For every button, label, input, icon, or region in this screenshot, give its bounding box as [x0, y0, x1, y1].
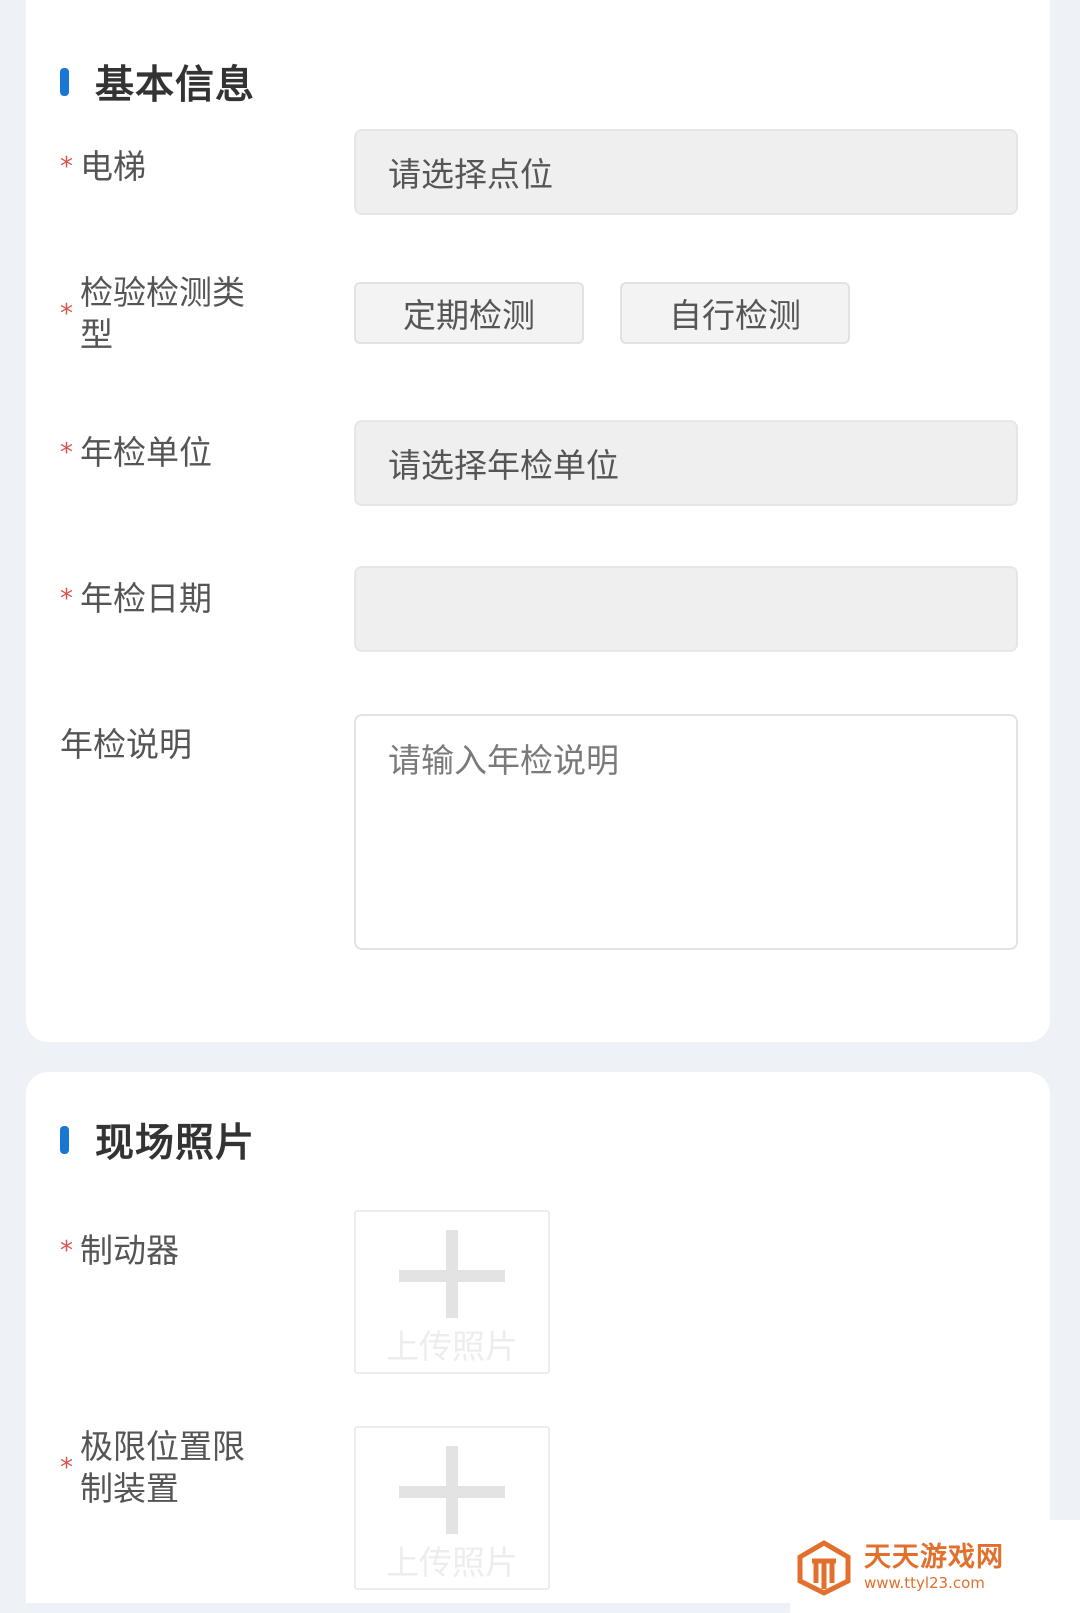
inspection-date-picker[interactable] [354, 566, 1018, 652]
site-photos-section-title: 现场照片 [60, 1112, 255, 1168]
plus-icon [399, 1446, 505, 1534]
required-mark: * [60, 299, 73, 329]
inspection-date-label: * 年检日期 [60, 579, 212, 618]
elevator-label: * 电梯 [60, 147, 146, 186]
option-periodic-inspection[interactable]: 定期检测 [354, 282, 584, 344]
required-mark: * [60, 1236, 73, 1266]
required-mark: * [60, 152, 73, 182]
site-photos-title: 现场照片 [95, 1121, 256, 1166]
inspection-note-textarea[interactable] [354, 714, 1018, 950]
basic-info-section-title: 基本信息 [60, 54, 255, 110]
bottom-strip [0, 1603, 790, 1613]
page: 基本信息 * 电梯 请选择点位 * 检验检测类 型 定期检测 自行检测 * 年检… [0, 0, 1080, 1613]
section-accent-bar [60, 1126, 69, 1154]
section-accent-bar [60, 68, 69, 96]
option-self-inspection[interactable]: 自行检测 [620, 282, 850, 344]
basic-info-title: 基本信息 [95, 63, 256, 108]
watermark-url: www.ttyl23.com [864, 1573, 985, 1592]
brake-upload-button[interactable]: 上传照片 [354, 1210, 550, 1374]
limit-device-upload-button[interactable]: 上传照片 [354, 1426, 550, 1590]
upload-photo-label: 上传照片 [386, 1543, 518, 1582]
required-mark: * [60, 1453, 73, 1483]
watermark-logo-icon [797, 1539, 851, 1596]
upload-photo-label: 上传照片 [386, 1327, 518, 1366]
brake-label: * 制动器 [60, 1231, 179, 1270]
inspection-unit-placeholder: 请选择年检单位 [388, 446, 619, 485]
inspection-type-label: * 检验检测类 型 [60, 273, 245, 354]
inspection-unit-label: * 年检单位 [60, 433, 212, 472]
required-mark: * [60, 584, 73, 614]
elevator-select[interactable]: 请选择点位 [354, 129, 1018, 215]
elevator-select-placeholder: 请选择点位 [388, 155, 553, 194]
watermark: 天天游戏网 www.ttyl23.com [790, 1520, 1080, 1613]
basic-info-card: 基本信息 * 电梯 请选择点位 * 检验检测类 型 定期检测 自行检测 * 年检… [26, 0, 1050, 1042]
required-mark: * [60, 438, 73, 468]
inspection-note-label: 年检说明 [60, 725, 192, 764]
plus-icon [399, 1230, 505, 1318]
watermark-name: 天天游戏网 [864, 1541, 1004, 1573]
inspection-unit-select[interactable]: 请选择年检单位 [354, 420, 1018, 506]
limit-device-label: * 极限位置限 制装置 [60, 1427, 245, 1508]
